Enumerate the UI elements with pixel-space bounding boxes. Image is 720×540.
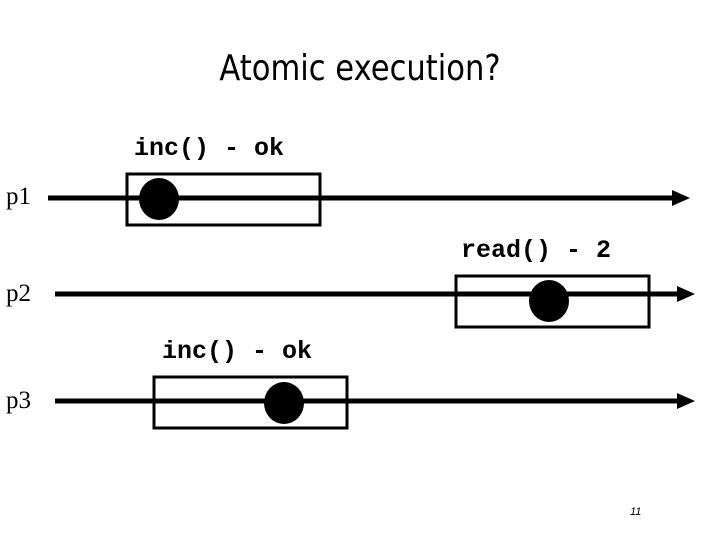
slide: Atomic execution? p1 p2 p3 inc() - ok re…: [0, 0, 720, 540]
arrow-head-icon: [677, 393, 695, 409]
arrow-head-icon: [677, 286, 695, 302]
process-label-p1: p1: [6, 183, 31, 210]
operation-label-p2: read() - 2: [461, 236, 612, 265]
timeline-p1: [48, 172, 690, 227]
linearization-point: [529, 280, 569, 322]
process-label-p3: p3: [6, 387, 31, 414]
operation-label-p1: inc() - ok: [134, 134, 285, 163]
page-number: 11: [630, 506, 642, 518]
process-label-p2: p2: [6, 280, 31, 307]
linearization-point: [264, 382, 304, 424]
operation-label-p3: inc() - ok: [162, 337, 313, 366]
timeline-p2: [55, 274, 695, 329]
timeline-diagram: [48, 172, 695, 430]
arrow-head-icon: [672, 190, 690, 206]
timeline-p3: [55, 375, 695, 430]
linearization-point: [139, 178, 179, 220]
